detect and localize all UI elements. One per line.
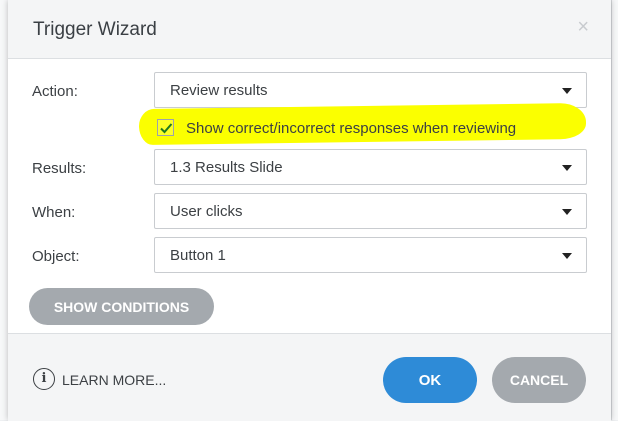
chevron-down-icon xyxy=(562,165,572,171)
object-label: Object: xyxy=(32,248,80,265)
checkmark-icon xyxy=(160,123,173,134)
when-label: When: xyxy=(32,204,76,221)
chevron-down-icon xyxy=(562,253,572,259)
action-select-value: Review results xyxy=(170,82,268,99)
background-window-right xyxy=(611,0,618,420)
trigger-wizard-dialog: Trigger Wizard × Action: Review results … xyxy=(8,0,611,421)
review-responses-label: Show correct/incorrect responses when re… xyxy=(186,120,517,137)
cancel-button[interactable]: CANCEL xyxy=(492,357,586,403)
action-select[interactable]: Review results xyxy=(154,72,587,108)
action-label: Action: xyxy=(32,83,78,100)
dialog-title: Trigger Wizard xyxy=(33,19,157,40)
object-select[interactable]: Button 1 xyxy=(154,237,587,273)
results-label: Results: xyxy=(32,160,87,177)
dialog-header: Trigger Wizard × xyxy=(8,0,611,59)
results-select-value: 1.3 Results Slide xyxy=(170,159,283,176)
ok-button[interactable]: OK xyxy=(383,357,477,403)
close-icon[interactable]: × xyxy=(577,15,589,39)
review-responses-checkbox[interactable] xyxy=(157,119,174,136)
chevron-down-icon xyxy=(562,209,572,215)
when-select[interactable]: User clicks xyxy=(154,193,587,229)
object-select-value: Button 1 xyxy=(170,247,226,264)
chevron-down-icon xyxy=(562,88,572,94)
learn-more-label: LEARN MORE... xyxy=(62,372,167,388)
info-icon: i xyxy=(33,368,55,390)
results-select[interactable]: 1.3 Results Slide xyxy=(154,149,587,185)
dialog-footer: i LEARN MORE... OK CANCEL xyxy=(8,333,611,421)
show-conditions-button[interactable]: SHOW CONDITIONS xyxy=(29,288,214,325)
when-select-value: User clicks xyxy=(170,203,243,220)
